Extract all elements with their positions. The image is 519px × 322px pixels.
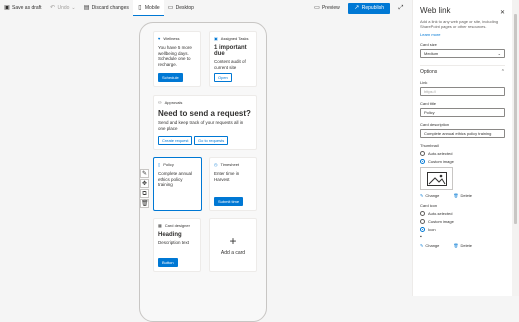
desktop-view-button[interactable]: ▭ Desktop [164, 0, 198, 16]
schedule-button[interactable]: Schedule [158, 73, 183, 82]
undo-icon: ↶ [49, 5, 55, 11]
discard-button[interactable]: ▤ Discard changes [80, 0, 133, 16]
card-description-label: Card description [420, 122, 450, 127]
expand-icon: ⤢ [398, 5, 404, 11]
canvas: ♥ Wellness You have 5 more wellbeing days… [0, 16, 412, 322]
create-request-button[interactable]: Create request [158, 136, 193, 145]
scrollbar-thumb[interactable] [514, 14, 517, 224]
image-icon [426, 171, 447, 186]
learn-more-link[interactable]: Learn more [420, 32, 505, 37]
delete-icon[interactable]: 🗑 [140, 199, 149, 208]
thumbnail-preview [420, 167, 453, 190]
open-button[interactable]: Open [214, 73, 232, 82]
card-icon-label: Card icon [420, 203, 438, 208]
duplicate-icon[interactable]: ⧉ [140, 189, 149, 198]
submit-time-button[interactable]: Submit time [214, 197, 244, 206]
delete-icon-button[interactable]: 🗑 Delete [453, 243, 472, 248]
move-icon[interactable]: ✥ [140, 179, 149, 188]
link-icon: ▯ [158, 162, 161, 167]
save-draft-button[interactable]: ▣ Save as draft [0, 0, 45, 16]
clock-icon: ◷ [214, 162, 218, 167]
timesheet-card[interactable]: ◷ Timesheet Enter time in Harvest Submit … [209, 157, 257, 211]
chevron-up-icon: ⌃ [500, 69, 505, 75]
mobile-view-button[interactable]: ▯ Mobile [132, 0, 164, 16]
wellness-card[interactable]: ♥ Wellness You have 5 more wellbeing days… [153, 31, 201, 87]
discard-icon: ▤ [83, 5, 90, 11]
approvals-card[interactable]: ⚇ Approvals Need to send a request? Send … [153, 95, 257, 150]
card-title-input[interactable]: Policy [420, 108, 505, 117]
go-to-requests-button[interactable]: Go to requests [194, 136, 229, 145]
selected-icon-preview: ▪ [420, 234, 422, 240]
icon-icon-radio[interactable]: Icon [420, 227, 505, 232]
edit-icon: ✎ [420, 243, 424, 248]
pane-scrollbar[interactable] [512, 0, 519, 296]
thumbnail-auto-radio[interactable]: Auto-selected [420, 151, 505, 156]
preview-button[interactable]: ▭ Preview [310, 0, 344, 16]
card-designer-card[interactable]: ▦ Card designer Heading Description text … [153, 218, 201, 272]
collapse-button[interactable]: ⤢ [394, 0, 408, 16]
chevron-down-icon: ⌄ [71, 5, 76, 11]
pane-description: Add a link to any web page or site, incl… [420, 19, 499, 29]
card-title-label: Card title [420, 101, 437, 106]
link-label: Link [420, 80, 428, 85]
icon-custom-radio[interactable]: Custom image [420, 219, 505, 224]
delete-thumbnail-button[interactable]: 🗑 Delete [453, 193, 472, 198]
icon-auto-radio[interactable]: Auto-selected [420, 211, 505, 216]
assigned-tasks-card[interactable]: ▣ Assigned Tasks 1 important due Content … [209, 31, 257, 87]
thumbnail-label: Thumbnail [420, 143, 439, 148]
policy-card[interactable]: ▯ Policy Complete annual ethics policy tr… [153, 157, 202, 211]
card-size-label: Card size [420, 42, 437, 47]
pane-title: Web link [420, 6, 451, 15]
change-icon-button[interactable]: ✎ Change [420, 243, 439, 248]
change-thumbnail-button[interactable]: ✎ Change [420, 193, 439, 198]
edit-icon[interactable]: ✎ [140, 169, 149, 178]
approvals-icon: ⚇ [158, 100, 162, 105]
card-size-dropdown[interactable]: Medium ⌄ [420, 49, 505, 58]
options-section[interactable]: Options ⌃ [420, 65, 505, 75]
monitor-icon: ▭ [167, 5, 174, 11]
edit-icon: ✎ [420, 193, 424, 198]
plus-icon: + [229, 234, 237, 248]
link-input[interactable]: https:// [420, 87, 505, 96]
chevron-down-icon: ⌄ [497, 51, 501, 56]
republish-button[interactable]: ↗ Republish [347, 2, 390, 14]
card-toolbar: ✎ ✥ ⧉ 🗑 [140, 169, 149, 208]
thumbnail-custom-radio[interactable]: Custom image [420, 159, 505, 164]
trash-icon: 🗑 [453, 243, 459, 248]
command-bar: ▣ Save as draft ↶ Undo ⌄ ▤ Discard changes ▯… [0, 0, 412, 16]
property-pane: Web link ✕ Add a link to any web page or… [412, 0, 512, 296]
save-icon: ▣ [4, 5, 10, 11]
phone-icon: ▯ [138, 4, 142, 11]
undo-button[interactable]: ↶ Undo ⌄ [45, 0, 79, 16]
heart-icon: ♥ [158, 36, 161, 41]
card-description-input[interactable]: Complete annual ethics policy training [420, 129, 505, 138]
add-card-tile[interactable]: + Add a card [209, 218, 257, 272]
preview-icon: ▭ [314, 5, 320, 11]
designer-icon: ▦ [158, 223, 162, 228]
designer-button[interactable]: Button [158, 258, 178, 267]
close-icon[interactable]: ✕ [500, 9, 505, 16]
tasks-icon: ▣ [214, 36, 218, 41]
republish-icon: ↗ [354, 5, 360, 11]
trash-icon: 🗑 [453, 193, 459, 198]
